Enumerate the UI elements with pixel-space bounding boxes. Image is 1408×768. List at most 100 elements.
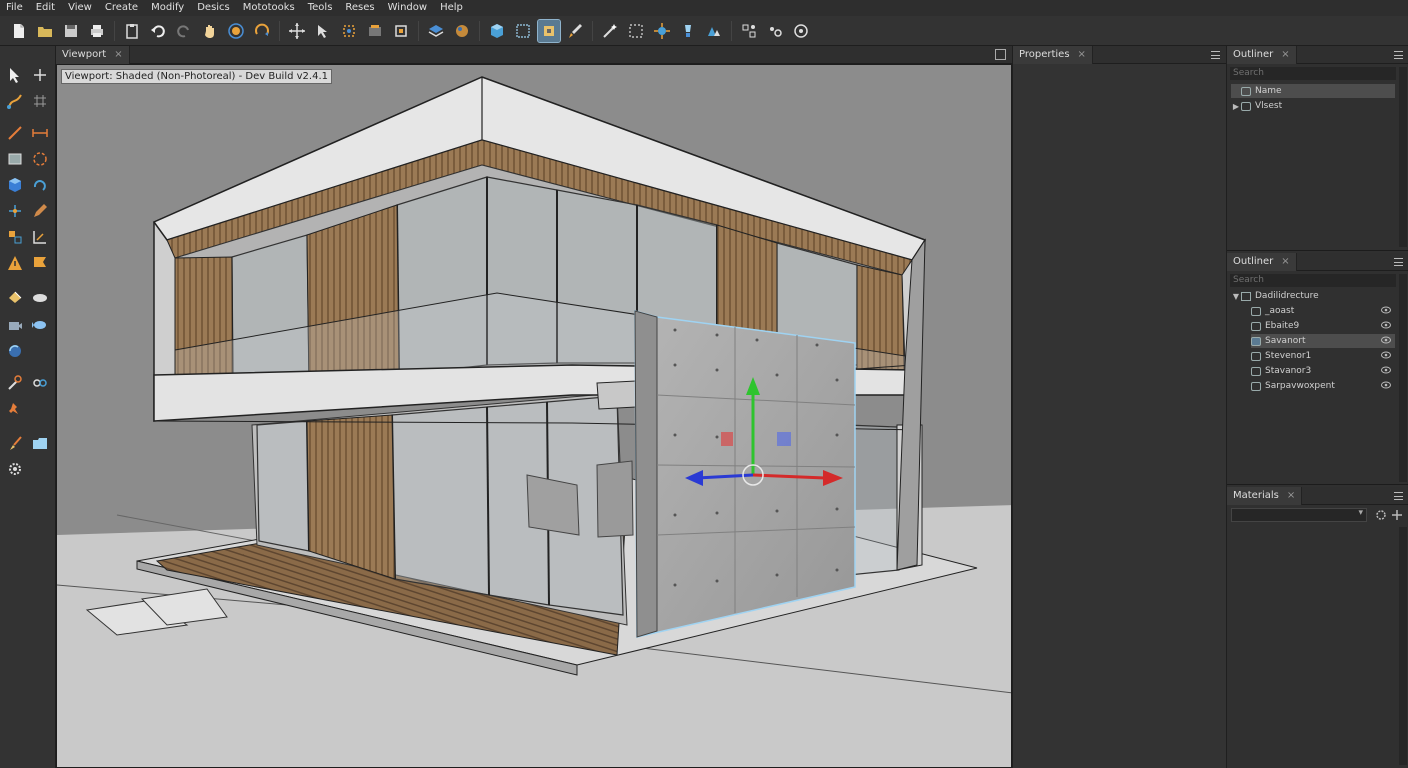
- chevron-right-icon[interactable]: ▶: [1231, 102, 1241, 111]
- tab-outliner-2[interactable]: Outliner ×: [1227, 253, 1297, 271]
- snap-icon[interactable]: [338, 20, 360, 42]
- group-icon[interactable]: [703, 20, 725, 42]
- tree-row[interactable]: ▶ Vlsest: [1231, 99, 1395, 113]
- line-icon[interactable]: [4, 122, 26, 144]
- tree-row[interactable]: Savanort: [1251, 334, 1395, 348]
- open-folder-icon[interactable]: [34, 20, 56, 42]
- gear-tool-icon[interactable]: [4, 458, 26, 480]
- component-dropdown-icon[interactable]: [390, 20, 412, 42]
- outliner-search-input[interactable]: Search: [1230, 274, 1396, 287]
- hand-pan-icon[interactable]: [199, 20, 221, 42]
- panel-menu-icon[interactable]: [1211, 51, 1220, 59]
- camera-tool-icon[interactable]: [4, 314, 26, 336]
- tree-row[interactable]: Stavanor3: [1251, 364, 1395, 378]
- menu-window[interactable]: Window: [388, 0, 427, 16]
- circle-icon[interactable]: [29, 148, 51, 170]
- material-settings-icon[interactable]: [1375, 509, 1387, 521]
- folder-tool-icon[interactable]: [29, 432, 51, 454]
- close-icon[interactable]: ×: [1281, 46, 1289, 64]
- brush-icon[interactable]: [4, 432, 26, 454]
- eye-icon[interactable]: [1381, 366, 1391, 374]
- marquee-icon[interactable]: [625, 20, 647, 42]
- eye-icon[interactable]: [1381, 381, 1391, 389]
- chevron-down-icon[interactable]: ▼: [1231, 292, 1241, 301]
- cube-view-icon[interactable]: [486, 20, 508, 42]
- eye-icon[interactable]: [1381, 321, 1391, 329]
- eye-icon[interactable]: [1381, 306, 1391, 314]
- material-library-select[interactable]: [1231, 508, 1367, 522]
- close-icon[interactable]: ×: [1281, 253, 1289, 271]
- sphere-tool-icon[interactable]: [4, 340, 26, 362]
- orbit-icon[interactable]: [225, 20, 247, 42]
- pencil-icon[interactable]: [29, 200, 51, 222]
- menu-modify[interactable]: Modify: [151, 0, 184, 16]
- eye-icon[interactable]: [1381, 336, 1391, 344]
- tree-row[interactable]: Stevenor1: [1251, 349, 1395, 363]
- rectangle-icon[interactable]: [4, 148, 26, 170]
- menu-file[interactable]: File: [6, 0, 23, 16]
- maximize-icon[interactable]: [995, 49, 1006, 60]
- material-add-icon[interactable]: [1391, 509, 1403, 521]
- light-icon[interactable]: [677, 20, 699, 42]
- wrench-icon[interactable]: [4, 372, 26, 394]
- menu-help[interactable]: Help: [440, 0, 463, 16]
- scrollbar[interactable]: [1399, 67, 1407, 247]
- rotate-icon[interactable]: [29, 174, 51, 196]
- move-icon[interactable]: [286, 20, 308, 42]
- layers-icon[interactable]: [425, 20, 447, 42]
- print-icon[interactable]: [86, 20, 108, 42]
- pin-icon[interactable]: [4, 398, 26, 420]
- menu-create[interactable]: Create: [105, 0, 138, 16]
- paint-icon[interactable]: [564, 20, 586, 42]
- panel-menu-icon[interactable]: [1394, 51, 1403, 59]
- settings-icon[interactable]: [738, 20, 760, 42]
- box-icon[interactable]: [4, 174, 26, 196]
- warning-icon[interactable]: [4, 252, 26, 274]
- scale-icon[interactable]: [4, 226, 26, 248]
- menu-reses[interactable]: Reses: [345, 0, 374, 16]
- tab-properties[interactable]: Properties ×: [1013, 46, 1093, 64]
- clipboard-icon[interactable]: [121, 20, 143, 42]
- redo-icon[interactable]: [173, 20, 195, 42]
- close-icon[interactable]: ×: [1287, 487, 1295, 505]
- fish-icon[interactable]: [29, 314, 51, 336]
- outliner-search-input[interactable]: Search: [1230, 67, 1396, 80]
- dimension-icon[interactable]: [29, 122, 51, 144]
- select-arrow-icon[interactable]: [4, 64, 26, 86]
- sparkle-icon[interactable]: [651, 20, 673, 42]
- move-cross-icon[interactable]: [29, 64, 51, 86]
- new-file-icon[interactable]: [8, 20, 30, 42]
- undo-icon[interactable]: [147, 20, 169, 42]
- scrollbar[interactable]: [1399, 527, 1407, 765]
- eraser-icon[interactable]: [29, 286, 51, 308]
- menu-teols[interactable]: Teols: [308, 0, 333, 16]
- scrollbar[interactable]: [1399, 274, 1407, 482]
- material-icon[interactable]: [451, 20, 473, 42]
- tree-row[interactable]: Name: [1231, 84, 1395, 98]
- render-icon[interactable]: [364, 20, 386, 42]
- select-box-icon[interactable]: [537, 18, 561, 43]
- eye-icon[interactable]: [1381, 351, 1391, 359]
- tree-row[interactable]: Sarpavwoxpent: [1251, 379, 1395, 393]
- flag-icon[interactable]: [29, 252, 51, 274]
- close-icon[interactable]: ×: [1078, 46, 1086, 64]
- point-icon[interactable]: [4, 200, 26, 222]
- panel-menu-icon[interactable]: [1394, 492, 1403, 500]
- tab-viewport[interactable]: Viewport ×: [56, 46, 130, 64]
- magic-wand-icon[interactable]: [599, 20, 621, 42]
- menu-desics[interactable]: Desics: [197, 0, 230, 16]
- paint-bucket-icon[interactable]: [4, 286, 26, 308]
- target-icon[interactable]: [790, 20, 812, 42]
- grid-icon[interactable]: [512, 20, 534, 42]
- close-icon[interactable]: ×: [114, 46, 122, 64]
- tab-outliner[interactable]: Outliner ×: [1227, 46, 1297, 64]
- tree-row[interactable]: Ebaite9: [1251, 319, 1395, 333]
- grid-snap-icon[interactable]: [29, 90, 51, 112]
- rotate-view-icon[interactable]: [251, 20, 273, 42]
- pen-icon[interactable]: [4, 90, 26, 112]
- menu-mototooks[interactable]: Mototooks: [243, 0, 295, 16]
- link-icon[interactable]: [29, 372, 51, 394]
- camera-icon[interactable]: [764, 20, 786, 42]
- measure-icon[interactable]: [29, 226, 51, 248]
- save-icon[interactable]: [60, 20, 82, 42]
